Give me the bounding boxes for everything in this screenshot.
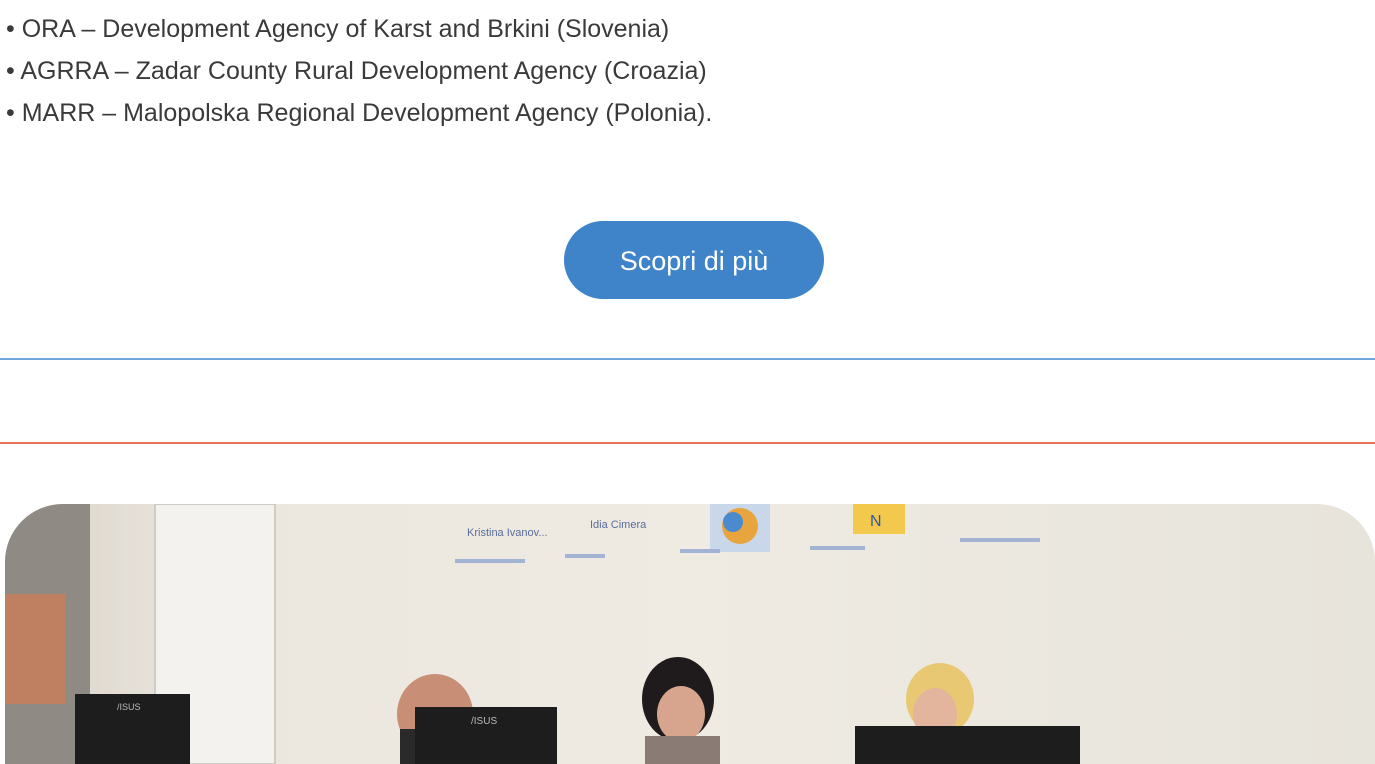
svg-text:/ISUS: /ISUS <box>117 702 141 712</box>
partner-item: • ORA – Development Agency of Karst and … <box>6 15 670 43</box>
svg-text:Kristina Ivanov...: Kristina Ivanov... <box>467 527 548 539</box>
discover-more-button[interactable]: Scopri di più <box>564 221 824 299</box>
meeting-photo: Kristina Ivanov... Idia Cimera N /ISUS /… <box>5 504 1375 764</box>
cta-container: Scopri di più <box>0 221 1375 299</box>
svg-text:Idia Cimera: Idia Cimera <box>590 519 647 531</box>
divider-red <box>0 442 1375 444</box>
svg-text:/ISUS: /ISUS <box>471 716 497 727</box>
partner-list: • Bistra Ptuj – Regional development age… <box>6 0 712 134</box>
partner-item: • MARR – Malopolska Regional Development… <box>6 99 713 127</box>
divider-blue <box>0 358 1375 360</box>
partner-item: • AGRRA – Zadar County Rural Development… <box>6 57 707 85</box>
svg-text:N: N <box>870 513 882 530</box>
partner-item: • Bistra Ptuj – Regional development age… <box>6 0 712 8</box>
